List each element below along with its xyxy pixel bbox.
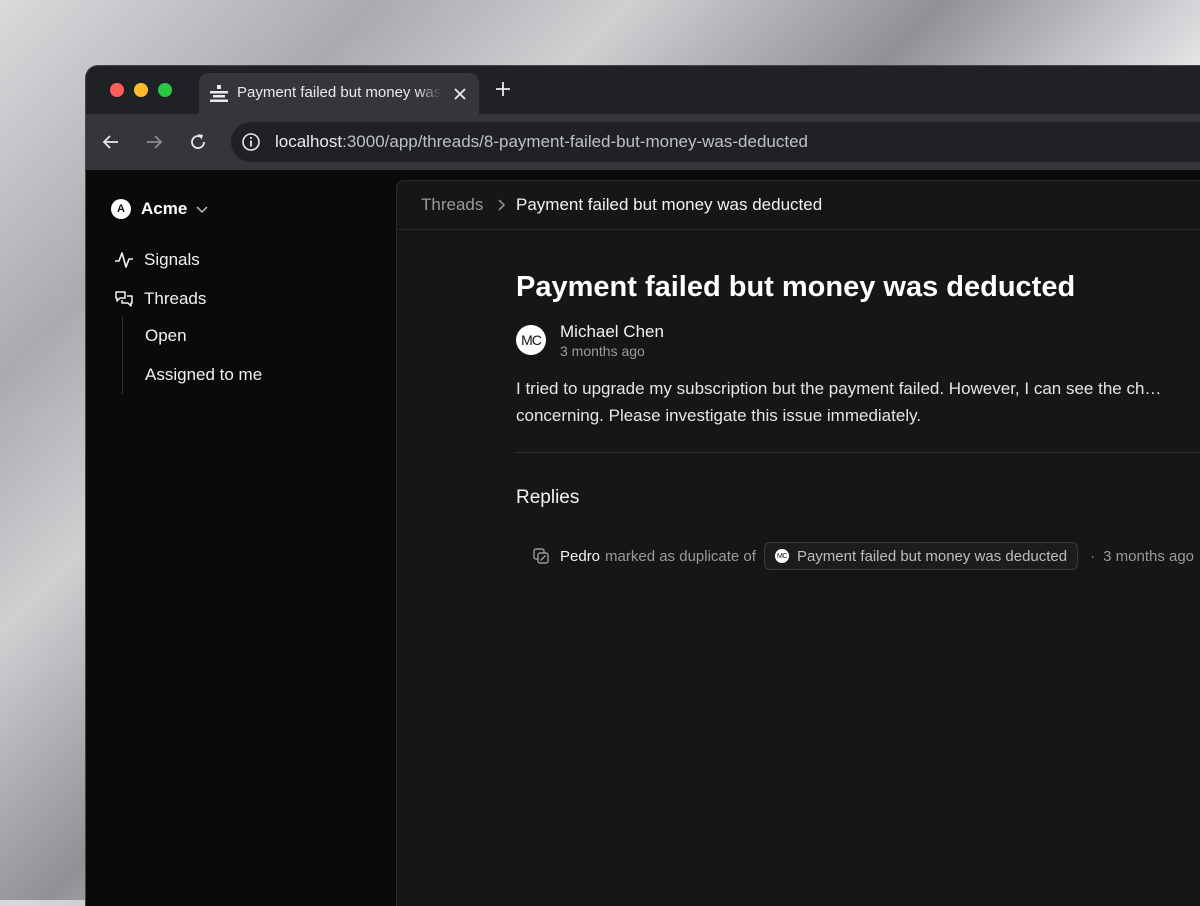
sidebar-item-label: Threads [144,289,207,308]
minimize-window-button[interactable] [134,83,148,97]
divider [516,452,1200,453]
avatar: MC [516,325,546,355]
activity-item: Pedro marked as duplicate of MC Payment … [532,541,1194,571]
new-tab-icon[interactable] [494,80,512,98]
browser-window: Payment failed but money was deducted [86,66,1200,906]
author-name[interactable]: Michael Chen [560,322,664,342]
thread-body: I tried to upgrade my subscription but t… [516,379,1162,425]
maximize-window-button[interactable] [158,83,172,97]
url-path: :3000/app/threads/8-payment-failed-but-m… [342,132,808,151]
reload-icon[interactable] [187,131,209,153]
duplicate-thread-title: Payment failed but money was deducted [796,547,1068,565]
workspace-name: Acme [141,199,188,218]
activity-user[interactable]: Pedro [560,548,600,565]
sidebar-item-label: Signals [144,250,200,269]
close-window-button[interactable] [110,83,124,97]
site-info-icon[interactable] [241,132,261,152]
sidebar-item-threads[interactable]: Threads [114,288,206,310]
thread-panel: Threads Payment failed but money was ded… [396,180,1200,906]
workspace-logo: A [111,199,131,219]
url-text: localhost:3000/app/threads/8-payment-fai… [275,132,808,152]
forward-arrow-icon[interactable] [143,131,165,153]
close-tab-icon[interactable] [452,86,468,102]
breadcrumb-current: Payment failed but money was deducted [516,195,823,214]
back-arrow-icon[interactable] [100,131,122,153]
duplicate-icon [533,548,549,564]
breadcrumb: Threads Payment failed but money was ded… [397,181,1200,230]
activity-timestamp: 3 months ago [1103,547,1195,565]
sidebar: A Acme Signals Threads Open Assigned to … [86,170,396,906]
chevron-right-icon [498,199,506,211]
tab-bar: Payment failed but money was deducted [86,66,1200,114]
threads-subnav: Open Assigned to me [122,316,323,394]
replies-heading: Replies [516,487,580,508]
sidebar-item-signals[interactable]: Signals [114,249,200,271]
sidebar-subitem-assigned-to-me[interactable]: Assigned to me [145,365,262,385]
duplicate-thread-link[interactable]: MC Payment failed but money was deducted [763,542,1079,570]
address-bar[interactable]: localhost:3000/app/threads/8-payment-fai… [231,122,1200,162]
browser-tab[interactable]: Payment failed but money was deducted [199,73,479,114]
breadcrumb-threads-link[interactable]: Threads [421,195,483,215]
page-title: Payment failed but money was deducted [516,271,1076,303]
tab-title: Payment failed but money was deducted [237,84,442,101]
sidebar-subitem-open[interactable]: Open [145,326,187,346]
app-content: A Acme Signals Threads Open Assigned to … [86,170,1200,906]
browser-toolbar: localhost:3000/app/threads/8-payment-fai… [86,114,1200,170]
activity-icon [115,252,133,268]
app-favicon-icon [210,85,228,102]
url-host: localhost [275,132,343,151]
activity-action: marked as duplicate of [605,547,756,565]
chevron-down-icon [196,206,208,214]
separator-dot: · [1090,547,1096,565]
chat-bubbles-icon [115,291,133,307]
workspace-switcher[interactable]: A Acme [111,198,209,220]
avatar: MC [774,549,789,563]
post-timestamp: 3 months ago [560,343,645,359]
